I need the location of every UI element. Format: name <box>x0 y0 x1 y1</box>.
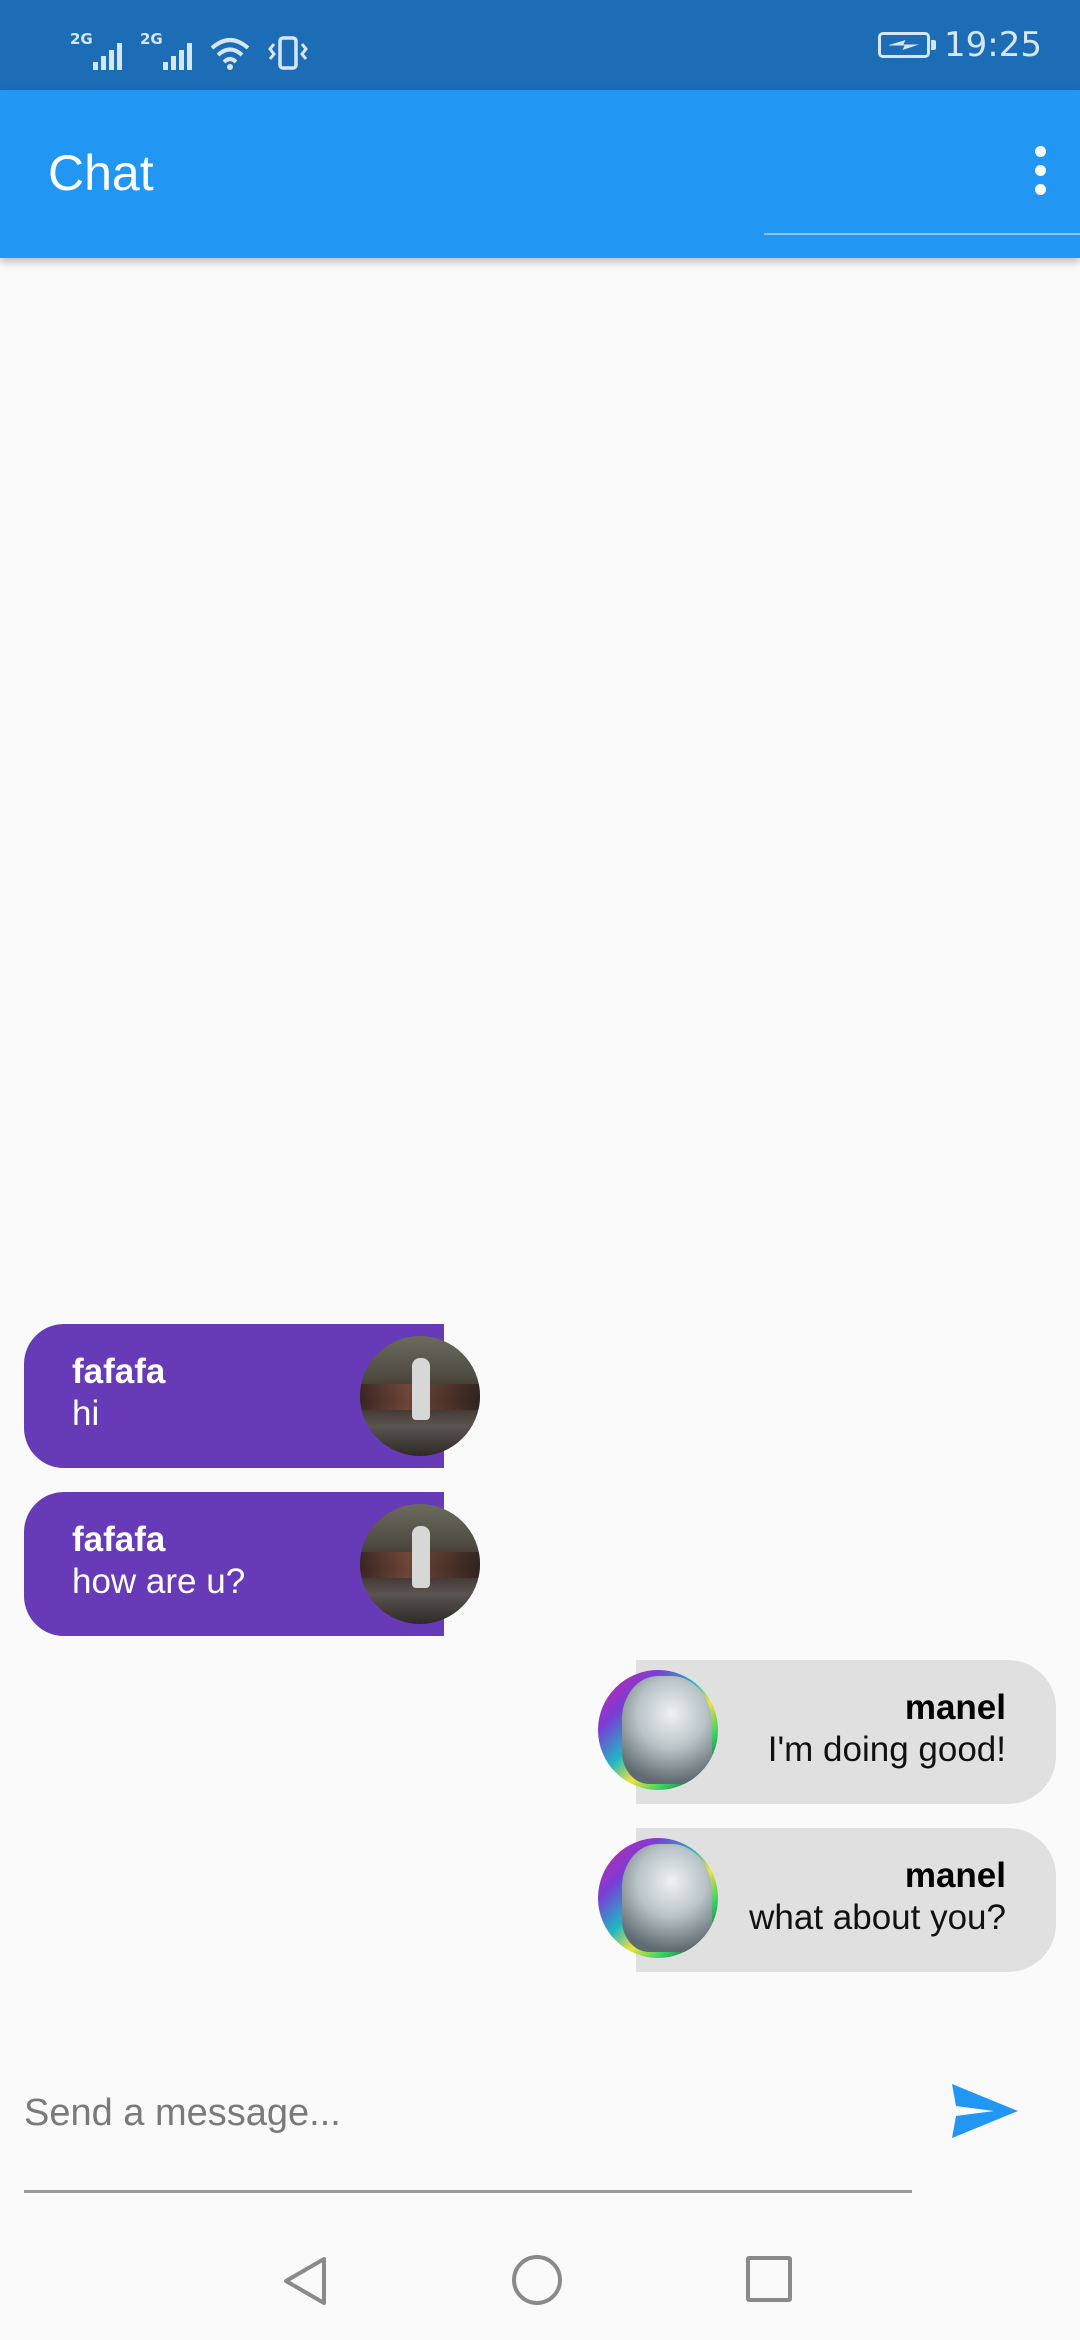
avatar <box>360 1336 480 1456</box>
recents-icon[interactable] <box>746 2256 792 2302</box>
app-bar: Chat <box>0 90 1080 258</box>
message-text: how are u? <box>72 1562 246 1601</box>
sim1-label: 2G <box>70 30 93 48</box>
page-title: Chat <box>48 145 154 201</box>
message-sender: manel <box>904 1688 1006 1727</box>
status-bar: 2G 2G 19:25 <box>0 0 1080 90</box>
message-input[interactable] <box>24 2078 910 2148</box>
avatar <box>598 1838 718 1958</box>
more-vert-icon[interactable] <box>1000 120 1080 220</box>
signal-icon: 2G <box>70 30 122 70</box>
back-icon[interactable] <box>280 2255 330 2307</box>
app-bar-divider <box>764 233 1080 235</box>
list-item: fafafa how are u? <box>0 1492 1080 1636</box>
list-item: manel I'm doing good! <box>0 1660 1080 1804</box>
status-time: 19:25 <box>944 25 1042 65</box>
home-icon[interactable] <box>512 2255 562 2305</box>
vibrate-icon <box>268 36 308 70</box>
wifi-icon <box>210 38 250 70</box>
list-item: manel what about you? <box>0 1828 1080 1972</box>
input-underline <box>24 2190 912 2193</box>
message-text: hi <box>72 1394 100 1433</box>
send-icon[interactable] <box>946 2076 1026 2146</box>
list-item: fafafa hi <box>0 1324 1080 1468</box>
message-text: what about you? <box>749 1898 1006 1937</box>
status-icons-left: 2G 2G <box>70 22 308 70</box>
avatar <box>360 1504 480 1624</box>
message-text: I'm doing good! <box>767 1730 1006 1769</box>
system-nav-bar <box>0 2210 1080 2340</box>
status-icons-right: 19:25 <box>878 20 1042 70</box>
message-sender: fafafa <box>72 1352 166 1391</box>
message-sender: fafafa <box>72 1520 166 1559</box>
signal-icon: 2G <box>140 30 192 70</box>
message-sender: manel <box>904 1856 1006 1895</box>
sim2-label: 2G <box>140 30 163 48</box>
avatar <box>598 1670 718 1790</box>
battery-charging-icon <box>878 32 937 58</box>
